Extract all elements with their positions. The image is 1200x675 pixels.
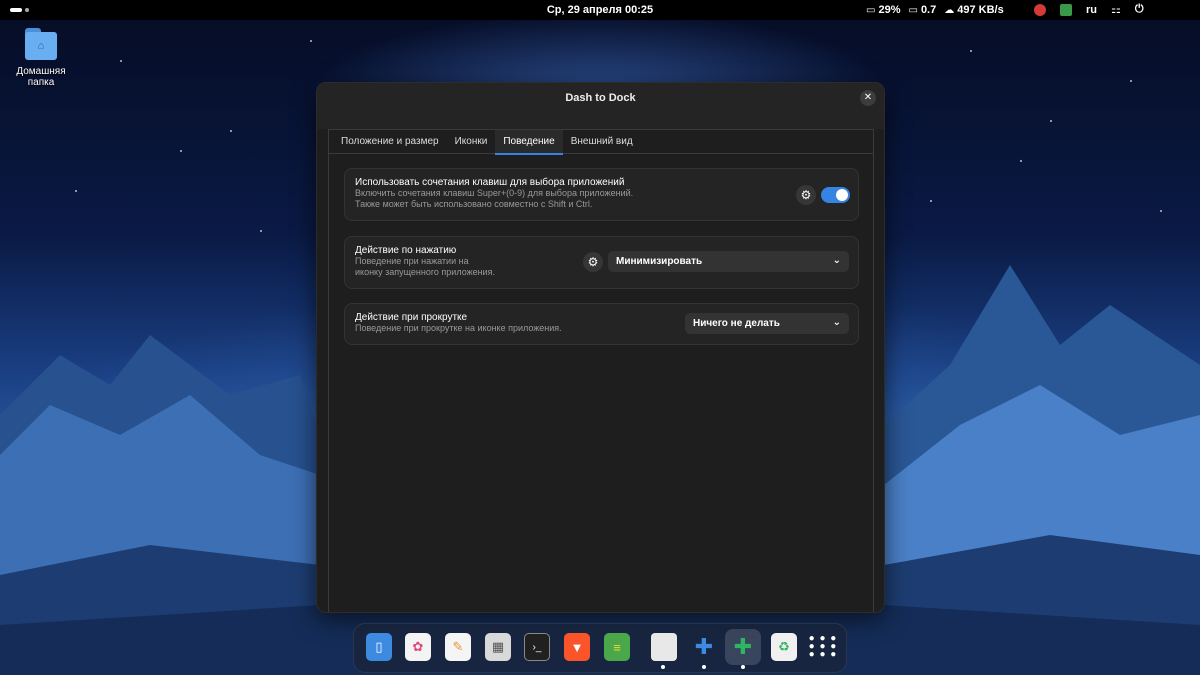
folder-icon: ⌂ <box>25 28 57 60</box>
click-action-setting-row: Действие по нажатию Поведение при нажати… <box>344 236 859 289</box>
system-tray: ru ⚏ ⏻ <box>1034 3 1144 16</box>
load-value: 0.7 <box>920 4 937 16</box>
tab-icons[interactable]: Иконки <box>447 130 496 154</box>
system-monitor[interactable]: ▭ 29% ▭ 0.7 ☁ 497 KB/s <box>866 4 1004 16</box>
running-indicator <box>702 665 706 669</box>
trash-recycle-icon[interactable]: ♻ <box>771 633 797 661</box>
keyboard-layout-indicator[interactable]: ru <box>1086 4 1097 16</box>
monitor-icon: ▭ <box>908 4 918 16</box>
power-icon[interactable]: ⏻ <box>1135 3 1144 16</box>
network-icon[interactable]: ⚏ <box>1111 3 1121 16</box>
click-action-settings-gear-icon[interactable]: ⚙ <box>583 252 603 272</box>
tab-position-and-size[interactable]: Положение и размер <box>333 130 447 154</box>
shortcuts-setting-row: Использовать сочетания клавиш для выбора… <box>344 168 859 221</box>
home-icon: ⌂ <box>37 40 45 52</box>
software-store-icon[interactable]: ✿ <box>405 633 431 661</box>
tab-appearance[interactable]: Внешний вид <box>563 130 641 154</box>
text-editor-icon[interactable]: ✎ <box>445 633 471 661</box>
scroll-action-setting-row: Действие при прокрутке Поведение при про… <box>344 303 859 345</box>
battery-indicator: ▭ 29% <box>866 4 900 16</box>
click-action-dropdown[interactable]: Минимизировать ⌄ <box>608 251 849 272</box>
running-indicator <box>661 665 665 669</box>
load-indicator: ▭ 0.7 <box>908 4 936 16</box>
extensions-icon[interactable]: ✚ <box>691 633 717 661</box>
window-title: Dash to Dock <box>565 92 636 104</box>
shortcuts-setting-title: Использовать сочетания клавиш для выбора… <box>355 177 625 188</box>
record-icon[interactable] <box>1034 3 1046 16</box>
brave-browser-icon[interactable]: ▼ <box>564 633 590 661</box>
window-header[interactable]: Dash to Dock ✕ <box>317 83 884 129</box>
clock[interactable]: Ср, 29 апреля 00:25 <box>0 4 1200 16</box>
cloud-download-icon: ☁ <box>944 4 955 16</box>
files-app-icon[interactable]: ▯ <box>366 633 392 661</box>
shortcuts-settings-gear-icon[interactable]: ⚙ <box>796 185 816 205</box>
close-button[interactable]: ✕ <box>860 90 876 106</box>
click-action-selected-value: Минимизировать <box>616 256 703 267</box>
chevron-down-icon: ⌄ <box>832 255 841 266</box>
app-grid-icon[interactable]: ● ● ● ● ● ● ● ● ● <box>809 633 837 661</box>
extension-manager-icon[interactable]: ✚ <box>725 629 761 665</box>
running-indicator <box>741 665 745 669</box>
disk-app-icon[interactable]: ● <box>651 633 677 661</box>
shortcuts-setting-desc-line2: Также может быть использовано совместно … <box>355 199 593 209</box>
layers-app-icon[interactable]: ≡ <box>604 633 630 661</box>
terminal-icon[interactable]: ›_ <box>524 633 550 661</box>
dash-to-dock-settings-window: Dash to Dock ✕ Положение и размер Иконки… <box>316 82 885 613</box>
home-folder-label: Домашняя папка <box>16 66 66 88</box>
shortcuts-toggle-switch[interactable] <box>821 187 850 203</box>
network-indicator: ☁ 497 KB/s <box>944 4 1003 16</box>
app-tray-icon[interactable] <box>1060 3 1072 16</box>
settings-notebook: Положение и размер Иконки Поведение Внеш… <box>328 129 874 612</box>
tab-behavior[interactable]: Поведение <box>495 130 564 155</box>
dock: ▯ ✿ ✎ ▦ ›_ ▼ ≡ ● ✚ ✚ ♻ ● ● ● ● ● ● ● ● ● <box>353 623 847 673</box>
shortcuts-setting-desc-line1: Включить сочетания клавиш Super+(0-9) дл… <box>355 188 634 198</box>
scroll-action-selected-value: Ничего не делать <box>693 318 780 329</box>
top-bar: Ср, 29 апреля 00:25 ▭ 29% ▭ 0.7 ☁ 497 KB… <box>0 0 1200 20</box>
tab-bar: Положение и размер Иконки Поведение Внеш… <box>329 130 873 155</box>
calculator-icon[interactable]: ▦ <box>485 633 511 661</box>
battery-value: 29% <box>878 4 901 16</box>
network-speed-value: 497 KB/s <box>957 4 1004 16</box>
chevron-down-icon: ⌄ <box>832 317 841 328</box>
scroll-action-dropdown[interactable]: Ничего не делать ⌄ <box>685 313 849 334</box>
home-folder-desktop-icon[interactable]: ⌂ Домашняя папка <box>6 28 76 88</box>
toggle-knob <box>836 189 848 201</box>
battery-icon: ▭ <box>866 4 876 16</box>
